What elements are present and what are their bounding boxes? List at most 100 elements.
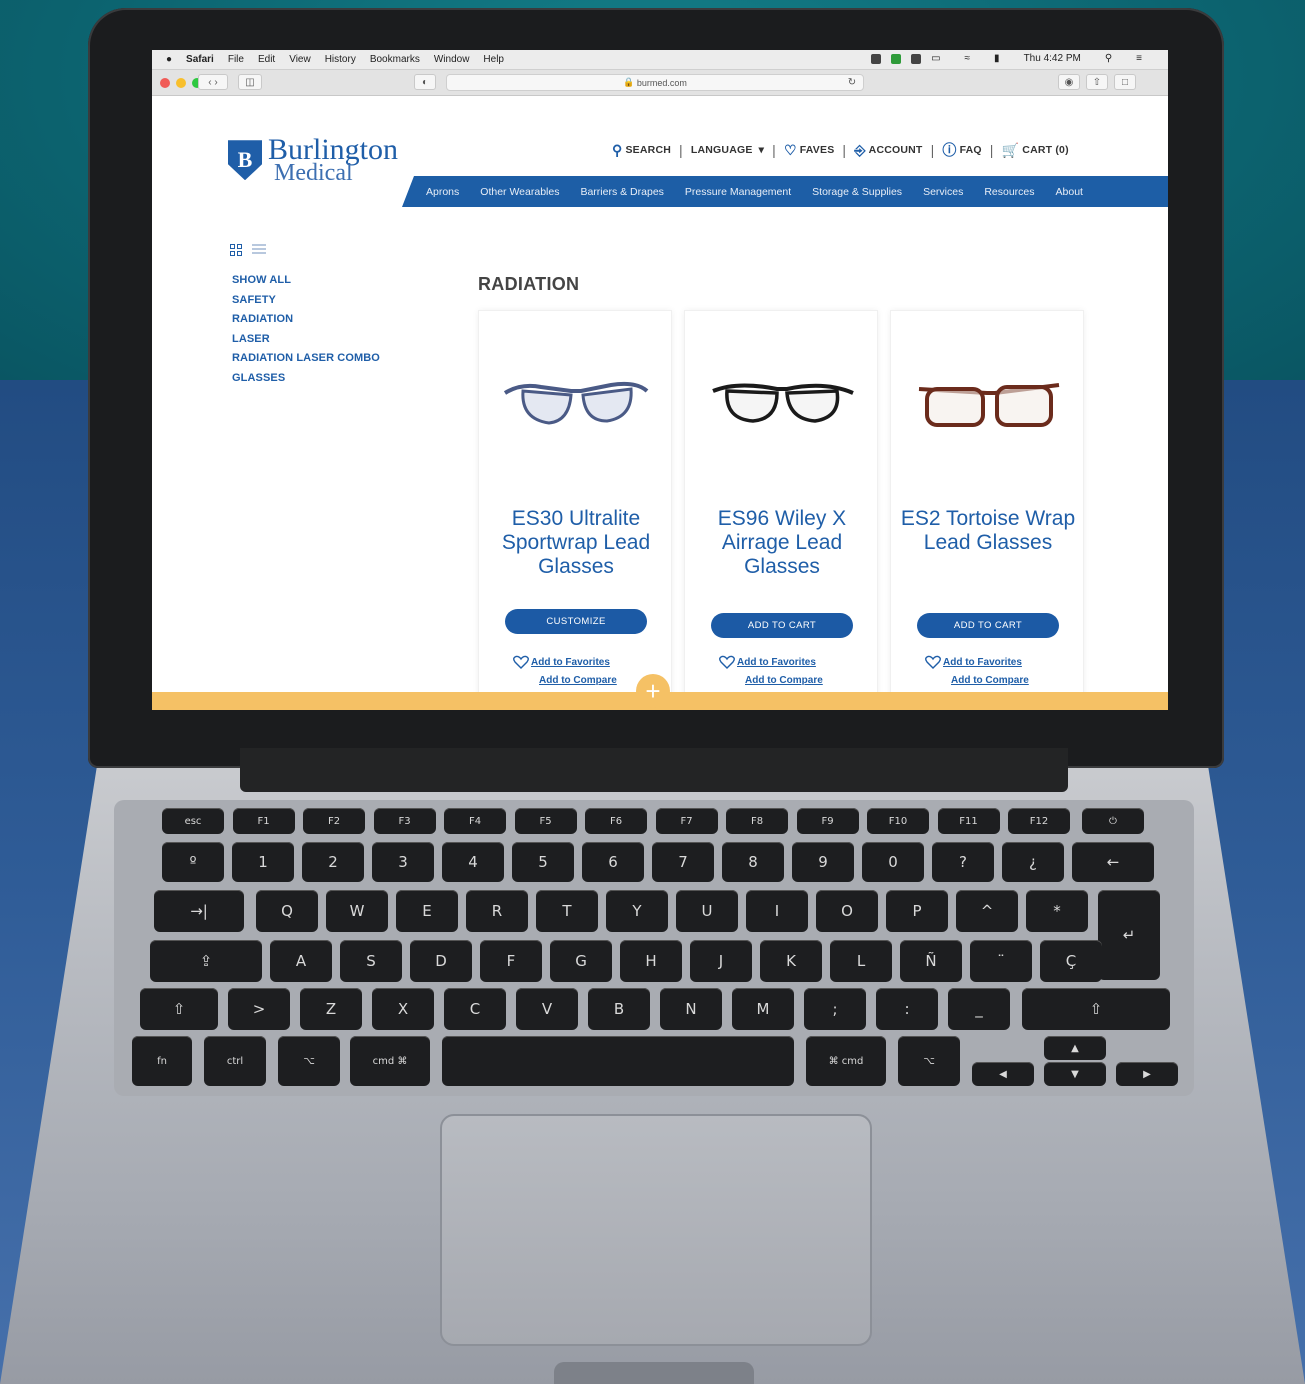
key[interactable]: * xyxy=(1026,890,1088,932)
category-glasses[interactable]: GLASSES xyxy=(232,372,380,384)
key[interactable]: ctrl xyxy=(204,1036,266,1086)
key[interactable]: ← xyxy=(1072,842,1154,882)
key[interactable]: Ñ xyxy=(900,940,962,982)
faq-link[interactable]: ⓘ FAQ xyxy=(942,140,981,160)
key[interactable]: →| xyxy=(154,890,244,932)
nav-resources[interactable]: Resources xyxy=(984,186,1034,198)
add-to-favorites-link[interactable]: Add to Favorites xyxy=(925,655,1022,669)
category-radiation[interactable]: RADIATION xyxy=(232,313,380,325)
product-name[interactable]: ES30 Ultralite Sportwrap Lead Glasses xyxy=(479,507,673,579)
product-card[interactable]: ES30 Ultralite Sportwrap Lead Glasses CU… xyxy=(478,310,672,710)
key[interactable]: L xyxy=(830,940,892,982)
spotlight-icon[interactable]: ⚲ xyxy=(1105,53,1112,64)
key[interactable]: ^ xyxy=(956,890,1018,932)
search-link[interactable]: ⚲ SEARCH xyxy=(612,142,671,159)
key[interactable]: D xyxy=(410,940,472,982)
key[interactable]: 6 xyxy=(582,842,644,882)
key[interactable]: ⏻ xyxy=(1082,808,1144,834)
key[interactable]: F9 xyxy=(796,808,859,834)
status-green-icon[interactable] xyxy=(891,53,902,64)
grid-view-icon[interactable] xyxy=(230,244,242,256)
add-to-cart-button[interactable]: ADD TO CART xyxy=(917,613,1059,638)
list-view-icon[interactable] xyxy=(252,244,266,256)
product-image[interactable] xyxy=(707,371,857,441)
key[interactable]: 8 xyxy=(722,842,784,882)
key[interactable]: X xyxy=(372,988,434,1030)
key[interactable]: J xyxy=(690,940,752,982)
wifi-icon[interactable]: ≈ xyxy=(965,53,971,64)
nav-services[interactable]: Services xyxy=(923,186,963,198)
menu-window[interactable]: Window xyxy=(434,54,470,65)
key[interactable]: esc xyxy=(162,808,224,834)
tabs-icon[interactable]: □ xyxy=(1114,74,1136,90)
reload-icon[interactable]: ↻ xyxy=(844,74,860,90)
key[interactable]: U xyxy=(676,890,738,932)
key[interactable]: V xyxy=(516,988,578,1030)
product-name[interactable]: ES96 Wiley X Airrage Lead Glasses xyxy=(685,507,879,579)
key[interactable]: Y xyxy=(606,890,668,932)
key[interactable]: E xyxy=(396,890,458,932)
key[interactable]: ⌘ cmd xyxy=(806,1036,886,1086)
key[interactable]: 2 xyxy=(302,842,364,882)
key[interactable] xyxy=(442,1036,794,1086)
key[interactable]: F5 xyxy=(514,808,577,834)
key[interactable]: F10 xyxy=(867,808,929,834)
product-card[interactable]: ES96 Wiley X Airrage Lead Glasses ADD TO… xyxy=(684,310,878,710)
extension-icon[interactable]: ◉ xyxy=(1058,74,1080,90)
key[interactable]: F3 xyxy=(373,808,436,834)
key[interactable]: º xyxy=(162,842,224,882)
key[interactable]: N xyxy=(660,988,722,1030)
customize-button[interactable]: CUSTOMIZE xyxy=(505,609,647,634)
menu-history[interactable]: History xyxy=(325,54,356,65)
key[interactable]: : xyxy=(876,988,938,1030)
key[interactable]: ¿ xyxy=(1002,842,1064,882)
key[interactable]: ⇪ xyxy=(150,940,262,982)
menu-bookmarks[interactable]: Bookmarks xyxy=(370,54,420,65)
category-radiation-laser-combo[interactable]: RADIATION LASER COMBO xyxy=(232,352,380,364)
key[interactable]: S xyxy=(340,940,402,982)
key[interactable]: Q xyxy=(256,890,318,932)
add-to-compare-link[interactable]: Add to Compare xyxy=(951,675,1029,686)
key[interactable]: ⇧ xyxy=(140,988,218,1030)
key[interactable]: M xyxy=(732,988,794,1030)
key[interactable]: ↵ xyxy=(1098,890,1160,980)
key[interactable]: ◀ xyxy=(972,1062,1034,1086)
share-icon[interactable]: ⇧ xyxy=(1086,74,1108,90)
nav-other-wearables[interactable]: Other Wearables xyxy=(480,186,559,198)
trackpad[interactable] xyxy=(440,1114,872,1346)
menu-help[interactable]: Help xyxy=(483,54,504,65)
key[interactable]: Ç xyxy=(1040,940,1102,982)
key[interactable]: F7 xyxy=(655,808,718,834)
plus-icon[interactable]: + xyxy=(636,674,670,708)
key[interactable]: T xyxy=(536,890,598,932)
key[interactable]: ⌥ xyxy=(898,1036,960,1086)
key[interactable]: H xyxy=(620,940,682,982)
key[interactable]: 1 xyxy=(232,842,294,882)
key[interactable]: ▲ xyxy=(1044,1036,1106,1060)
nav-pressure-management[interactable]: Pressure Management xyxy=(685,186,791,198)
key[interactable]: O xyxy=(816,890,878,932)
menu-file[interactable]: File xyxy=(228,54,244,65)
key[interactable]: W xyxy=(326,890,388,932)
key[interactable]: F2 xyxy=(303,808,365,834)
close-icon[interactable] xyxy=(160,78,170,88)
status-icon[interactable] xyxy=(871,53,882,64)
product-image[interactable] xyxy=(913,371,1063,441)
key[interactable]: ¨ xyxy=(970,940,1032,982)
key[interactable]: 0 xyxy=(862,842,924,882)
add-to-favorites-link[interactable]: Add to Favorites xyxy=(719,655,816,669)
key[interactable]: ; xyxy=(804,988,866,1030)
key[interactable]: R xyxy=(466,890,528,932)
key[interactable]: 3 xyxy=(372,842,434,882)
key[interactable]: Z xyxy=(300,988,362,1030)
status-icon[interactable] xyxy=(911,53,922,64)
key[interactable]: ▼ xyxy=(1044,1062,1106,1086)
key[interactable]: ? xyxy=(932,842,994,882)
faves-link[interactable]: ♡ FAVES xyxy=(784,142,834,159)
product-name[interactable]: ES2 Tortoise Wrap Lead Glasses xyxy=(891,507,1085,555)
key[interactable]: A xyxy=(270,940,332,982)
key[interactable]: ⌥ xyxy=(278,1036,340,1086)
add-to-compare-link[interactable]: Add to Compare xyxy=(539,675,617,686)
key[interactable]: P xyxy=(886,890,948,932)
key[interactable]: I xyxy=(746,890,808,932)
